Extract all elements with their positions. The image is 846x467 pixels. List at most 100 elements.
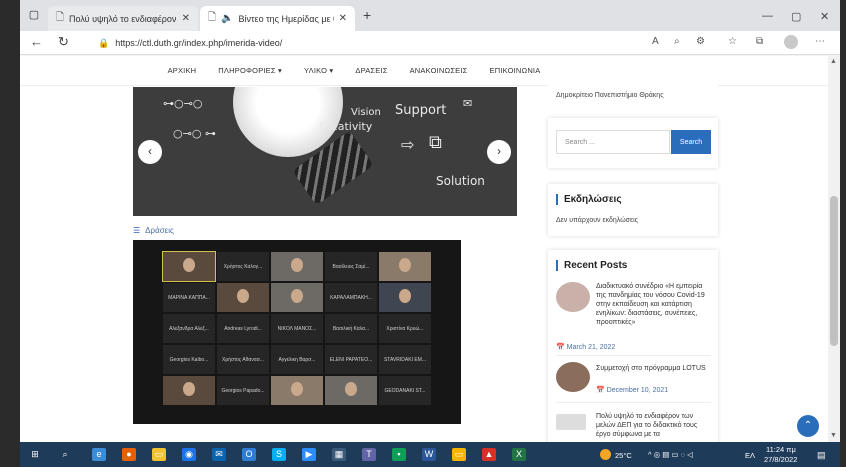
- participant-name: Χριστίνα Κρυώ...: [386, 325, 424, 332]
- chrome-icon[interactable]: ◉: [182, 448, 196, 461]
- zoom-app-icon[interactable]: ▶: [302, 448, 316, 461]
- post-thumbnail[interactable]: [556, 282, 590, 312]
- category-link[interactable]: Δράσεις: [145, 226, 174, 235]
- tray-icons[interactable]: ^ ◎ ▤ ▭ ◌ ◁: [648, 450, 693, 459]
- menu-item-info[interactable]: ΠΛΗΡΟΦΟΡΙΕΣ ▾: [218, 66, 282, 75]
- participant-name: Andreas Lyrodi...: [224, 325, 262, 332]
- close-window-icon[interactable]: ✕: [820, 10, 829, 23]
- teams-icon[interactable]: T: [362, 448, 376, 461]
- participant-face: [399, 289, 411, 303]
- windows-taskbar: ⊞ ⌕ e ● ▭ ◉ ✉ O S ▶ ▦ T ▪ W ▭ ▲ X 25°C ^…: [20, 442, 840, 467]
- refresh-icon[interactable]: ↻: [58, 35, 69, 49]
- post-title[interactable]: Πολύ υψηλό το ενδιαφέρον των μελών ΔΕΠ γ…: [596, 412, 706, 439]
- maximize-icon[interactable]: ▢: [791, 10, 801, 23]
- menu-item-actions[interactable]: ΔΡΑΣΕΙΣ: [355, 66, 387, 75]
- menu-item-announcements[interactable]: ΑΝΑΚΟΙΝΩΣΕΙΣ: [410, 66, 468, 75]
- clock-time[interactable]: 11:24 πμ: [766, 445, 796, 454]
- file-explorer-icon[interactable]: ▭: [152, 448, 166, 461]
- slider-prev-button[interactable]: ‹: [138, 140, 162, 164]
- search-button[interactable]: Search: [671, 130, 711, 154]
- close-tab-icon[interactable]: ✕: [182, 13, 190, 24]
- temperature[interactable]: 25°C: [615, 451, 632, 460]
- participant-face: [291, 258, 303, 272]
- clock-date[interactable]: 27/8/2022: [764, 455, 797, 464]
- read-aloud-icon[interactable]: A: [652, 36, 659, 47]
- participant-name: Χρήστος Καλογ...: [223, 263, 263, 270]
- calculator-icon[interactable]: ▦: [332, 448, 346, 461]
- skype-icon[interactable]: S: [272, 448, 286, 461]
- recent-post[interactable]: Διαδικτυακό συνέδριο «Η εμπειρία της παν…: [556, 280, 711, 356]
- new-tab-icon[interactable]: +: [363, 8, 371, 22]
- slider-word: Creativity: [319, 120, 373, 133]
- tab-title: Βίντεο της Ημερίδας με θέ: [238, 13, 334, 24]
- scroll-to-top-button[interactable]: ⌃: [797, 415, 819, 437]
- recent-post[interactable]: Πολύ υψηλό το ενδιαφέρον των μελών ΔΕΠ γ…: [556, 410, 711, 442]
- participant-tile: Βασιλική Καλα...: [325, 314, 377, 343]
- participant-tile: Andreas Lyrodi...: [217, 314, 269, 343]
- conference-video[interactable]: Χρήστος Καλογ... Βασίλειος Σαμί... ΜΑΡΙΝΑ …: [133, 240, 461, 424]
- post-title[interactable]: Συμμετοχή στο πρόγραμμα LOTUS: [596, 364, 706, 373]
- participant-name: Georgios Papado...: [221, 387, 265, 394]
- app-icon[interactable]: ▪: [392, 448, 406, 461]
- word-icon[interactable]: W: [422, 448, 436, 461]
- menu-item-material[interactable]: ΥΛΙΚΟ ▾: [304, 66, 333, 75]
- extensions-icon[interactable]: ⚙: [696, 36, 705, 47]
- participant-tile: Αλεξανδρα Αλεξ...: [163, 314, 215, 343]
- favorites-icon[interactable]: ☆: [728, 36, 737, 47]
- web-page: ΑΡΧΙΚΗ ΠΛΗΡΟΦΟΡΙΕΣ ▾ ΥΛΙΚΟ ▾ ΔΡΑΣΕΙΣ ΑΝΑ…: [20, 56, 828, 442]
- weather-icon[interactable]: [600, 449, 611, 460]
- calendar-icon: 📅: [556, 344, 565, 351]
- participant-name: ΜΑΡΙΝΑ ΚΑΠΠΑ...: [168, 294, 210, 301]
- post-thumbnail[interactable]: [556, 414, 586, 430]
- profile-avatar[interactable]: [784, 35, 798, 49]
- recent-post[interactable]: Συμμετοχή στο πρόγραμμα LOTUS 📅 December…: [556, 362, 711, 403]
- participant-tile: Χριστίνα Κρυώ...: [379, 314, 431, 343]
- post-date: 📅 March 21, 2022: [556, 344, 616, 351]
- scroll-down-icon[interactable]: ▼: [830, 432, 837, 439]
- notifications-icon[interactable]: ▤: [817, 450, 826, 461]
- divider: [556, 402, 711, 403]
- scroll-thumb[interactable]: [830, 196, 838, 346]
- participant-name: Βασίλειος Σαμί...: [332, 263, 370, 270]
- browser-window: ▢ 🗋 Πολύ υψηλό το ενδιαφέρον τω ✕ 🗋 🔈 Βί…: [20, 0, 840, 467]
- scroll-up-icon[interactable]: ▲: [830, 58, 837, 65]
- collections-icon[interactable]: ⧉: [756, 36, 763, 47]
- participant-face: [183, 258, 195, 272]
- slider-next-button[interactable]: ›: [487, 140, 511, 164]
- audio-playing-icon[interactable]: 🔈: [221, 13, 233, 24]
- page-scrollbar[interactable]: ▲ ▼: [828, 56, 840, 442]
- search-input[interactable]: Search ...: [556, 130, 670, 154]
- folder-icon[interactable]: ▭: [452, 448, 466, 461]
- participant-tile: [271, 283, 323, 312]
- menu-item-home[interactable]: ΑΡΧΙΚΗ: [168, 66, 197, 75]
- tab-active[interactable]: 🗋 🔈 Βίντεο της Ημερίδας με θέ ✕: [200, 6, 355, 31]
- close-tab-icon[interactable]: ✕: [339, 13, 347, 24]
- tab-actions-icon[interactable]: ▢: [26, 8, 42, 22]
- start-icon[interactable]: ⊞: [28, 448, 42, 461]
- participants-grid: Χρήστος Καλογ... Βασίλειος Σαμί... ΜΑΡΙΝΑ …: [162, 251, 433, 408]
- post-thumbnail[interactable]: [556, 362, 590, 392]
- language-indicator[interactable]: ΕΛ: [745, 451, 755, 460]
- mail-icon[interactable]: ✉: [212, 448, 226, 461]
- minimize-icon[interactable]: —: [762, 10, 773, 22]
- back-icon[interactable]: ←: [30, 35, 43, 49]
- search-icon[interactable]: ⌕: [58, 448, 72, 461]
- participant-name: ΝΙΚΟΛ ΜΑΝΟΣ...: [277, 325, 317, 332]
- menu-item-contact[interactable]: ΕΠΙΚΟΙΝΩΝΙΑ: [490, 66, 541, 75]
- post-title[interactable]: Διαδικτυακό συνέδριο «Η εμπειρία της παν…: [596, 282, 711, 327]
- tab-bar: ▢ 🗋 Πολύ υψηλό το ενδιαφέρον τω ✕ 🗋 🔈 Βί…: [20, 0, 840, 31]
- university-card: Δημοκρίτειο Πανεπιστήμιο Θράκης: [548, 56, 718, 106]
- tab-inactive[interactable]: 🗋 Πολύ υψηλό το ενδιαφέρον τω ✕: [48, 6, 198, 31]
- acrobat-icon[interactable]: ▲: [482, 448, 496, 461]
- participant-face: [237, 289, 249, 303]
- participant-tile: ΝΙΚΟΛ ΜΑΝΟΣ...: [271, 314, 323, 343]
- excel-icon[interactable]: X: [512, 448, 526, 461]
- edge-icon[interactable]: e: [92, 448, 106, 461]
- recent-posts-title: Recent Posts: [556, 260, 627, 271]
- firefox-icon[interactable]: ●: [122, 448, 136, 461]
- participant-tile: Georgios Papado...: [217, 376, 269, 405]
- zoom-icon[interactable]: ⌕: [674, 36, 680, 47]
- url-field[interactable]: 🔒 https://ctl.duth.gr/index.php/imerida-…: [88, 34, 708, 52]
- outlook-icon[interactable]: O: [242, 448, 256, 461]
- more-menu-icon[interactable]: ⋯: [815, 36, 825, 47]
